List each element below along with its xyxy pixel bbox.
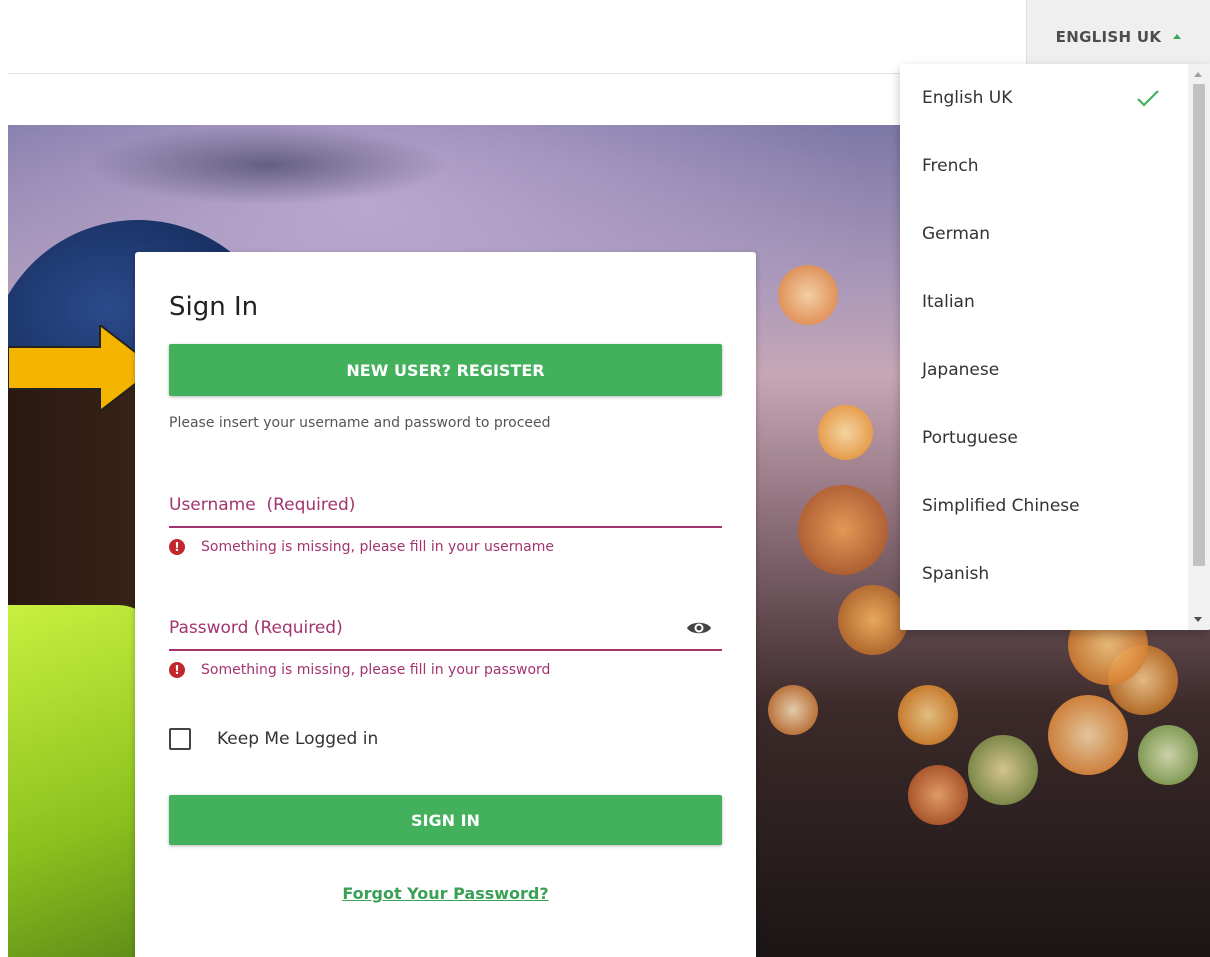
language-option-portuguese[interactable]: Portuguese: [900, 404, 1186, 472]
bokeh-light: [768, 685, 818, 735]
language-option-label: Portuguese: [922, 428, 1018, 448]
language-list: English UK French German Italian Japanes…: [900, 64, 1186, 608]
language-selector-button[interactable]: ENGLISH UK: [1026, 0, 1210, 74]
bokeh-light: [1048, 695, 1128, 775]
language-option-label: French: [922, 156, 979, 176]
bokeh-light: [778, 265, 838, 325]
username-input[interactable]: [169, 484, 722, 526]
password-input[interactable]: [169, 607, 722, 649]
bokeh-light: [838, 585, 908, 655]
bokeh-light: [898, 685, 958, 745]
language-option-english-uk[interactable]: English UK: [900, 64, 1186, 132]
language-option-label: Spanish: [922, 564, 990, 584]
scroll-down-arrow-icon[interactable]: [1194, 617, 1202, 622]
keep-logged-in-row[interactable]: Keep Me Logged in: [169, 728, 378, 750]
caret-up-icon: [1173, 33, 1182, 39]
language-option-japanese[interactable]: Japanese: [900, 336, 1186, 404]
dropdown-scrollbar[interactable]: [1188, 64, 1210, 630]
signin-button[interactable]: SIGN IN: [169, 795, 722, 845]
bokeh-light: [1138, 725, 1198, 785]
username-error: ! Something is missing, please fill in y…: [169, 539, 554, 555]
exclamation-circle-icon: !: [169, 539, 185, 555]
background-cloud: [88, 125, 448, 205]
password-field-container: [169, 607, 722, 651]
language-selector-label: ENGLISH UK: [1055, 28, 1162, 46]
language-option-italian[interactable]: Italian: [900, 268, 1186, 336]
username-field-container: [169, 484, 722, 528]
username-error-text: Something is missing, please fill in you…: [201, 539, 554, 555]
password-error: ! Something is missing, please fill in y…: [169, 662, 550, 678]
language-option-label: Japanese: [922, 360, 1000, 380]
forgot-password-link[interactable]: Forgot Your Password?: [135, 884, 756, 903]
language-option-label: Simplified Chinese: [922, 496, 1080, 516]
bokeh-light: [818, 405, 873, 460]
exclamation-circle-icon: !: [169, 662, 185, 678]
language-option-label: German: [922, 224, 991, 244]
language-option-spanish[interactable]: Spanish: [900, 540, 1186, 608]
register-button[interactable]: NEW USER? REGISTER: [169, 344, 722, 396]
language-dropdown: English UK French German Italian Japanes…: [900, 64, 1210, 630]
page-title: Sign In: [169, 292, 259, 322]
bokeh-light: [798, 485, 888, 575]
bokeh-light: [908, 765, 968, 825]
language-option-simplified-chinese[interactable]: Simplified Chinese: [900, 472, 1186, 540]
keep-logged-in-label: Keep Me Logged in: [217, 729, 379, 749]
language-option-german[interactable]: German: [900, 200, 1186, 268]
bokeh-light: [968, 735, 1038, 805]
keep-logged-in-checkbox[interactable]: [169, 728, 191, 750]
language-option-french[interactable]: French: [900, 132, 1186, 200]
language-option-label: English UK: [922, 88, 1013, 108]
language-option-label: Italian: [922, 292, 975, 312]
eye-icon[interactable]: [686, 619, 712, 637]
check-icon: [1137, 90, 1159, 107]
scroll-up-arrow-icon[interactable]: [1194, 72, 1202, 77]
signin-instructions: Please insert your username and password…: [169, 415, 551, 431]
password-error-text: Something is missing, please fill in you…: [201, 662, 551, 678]
scrollbar-thumb[interactable]: [1193, 84, 1205, 566]
signin-card: Sign In NEW USER? REGISTER Please insert…: [135, 252, 756, 957]
